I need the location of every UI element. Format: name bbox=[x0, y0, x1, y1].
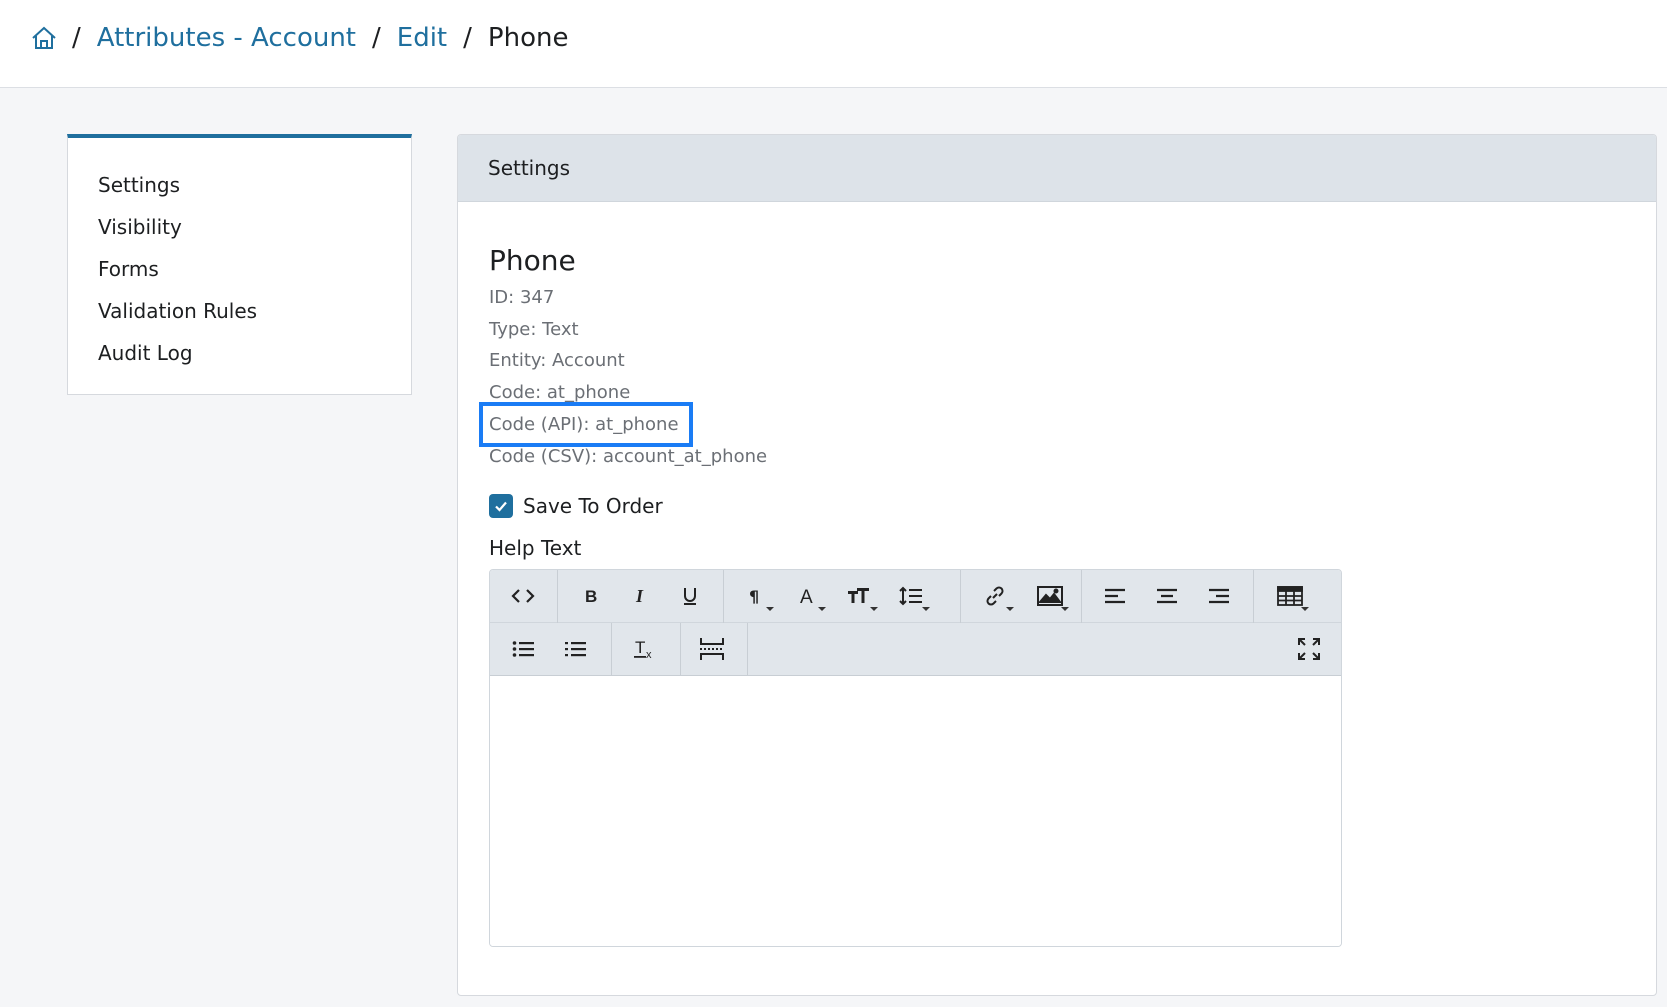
save-to-order-label[interactable]: Save To Order bbox=[523, 494, 663, 518]
toolbar-divider bbox=[747, 622, 748, 676]
dropdown-caret-icon bbox=[766, 606, 774, 611]
svg-text:T: T bbox=[635, 638, 645, 657]
italic-icon[interactable]: I bbox=[615, 570, 665, 623]
breadcrumb-separator: / bbox=[463, 23, 472, 53]
toolbar-divider bbox=[960, 569, 961, 623]
home-icon[interactable] bbox=[30, 24, 58, 52]
svg-text:B: B bbox=[585, 587, 597, 606]
dropdown-caret-icon bbox=[1301, 606, 1309, 611]
dropdown-caret-icon bbox=[922, 606, 930, 611]
font-color-icon[interactable]: A bbox=[782, 570, 832, 623]
fullscreen-icon[interactable] bbox=[1284, 623, 1334, 676]
editor-toolbar-row-2: Tx bbox=[490, 622, 1341, 676]
breadcrumb-edit[interactable]: Edit bbox=[397, 23, 447, 53]
svg-text:A: A bbox=[800, 587, 813, 606]
paragraph-icon[interactable]: ¶ bbox=[730, 570, 780, 623]
svg-text:¶: ¶ bbox=[749, 587, 759, 606]
svg-text:I: I bbox=[635, 586, 644, 606]
svg-text:x: x bbox=[646, 649, 652, 660]
rich-text-editor: B I ¶ A T x bbox=[489, 568, 1342, 947]
breadcrumb: / Attributes - Account / Edit / Phone bbox=[30, 18, 568, 58]
image-icon[interactable] bbox=[1025, 570, 1075, 623]
breadcrumb-attributes-account[interactable]: Attributes - Account bbox=[97, 23, 356, 53]
toolbar-divider bbox=[611, 622, 612, 676]
underline-icon[interactable] bbox=[665, 570, 715, 623]
horizontal-rule-icon[interactable] bbox=[687, 623, 737, 676]
toolbar-divider bbox=[557, 569, 558, 623]
bullet-list-icon[interactable] bbox=[498, 623, 548, 676]
toolbar-divider bbox=[680, 622, 681, 676]
link-icon[interactable] bbox=[970, 570, 1020, 623]
panel-header: Settings bbox=[458, 135, 1656, 202]
editor-content-area[interactable] bbox=[490, 675, 1341, 946]
meta-entity: Entity: Account bbox=[489, 350, 625, 371]
toolbar-divider bbox=[723, 569, 724, 623]
sidenav-item-settings[interactable]: Settings bbox=[68, 164, 411, 206]
ordered-list-icon[interactable] bbox=[550, 623, 600, 676]
font-size-icon[interactable] bbox=[834, 570, 884, 623]
sidenav-item-validation-rules[interactable]: Validation Rules bbox=[68, 290, 411, 332]
settings-panel: Settings Phone ID: 347 Type: Text Entity… bbox=[457, 134, 1657, 996]
editor-toolbar-row-1: B I ¶ A bbox=[490, 569, 1341, 623]
sidenav-item-visibility[interactable]: Visibility bbox=[68, 206, 411, 248]
meta-code-csv: Code (CSV): account_at_phone bbox=[489, 446, 768, 467]
side-navigation: Settings Visibility Forms Validation Rul… bbox=[67, 134, 412, 395]
toolbar-divider bbox=[1081, 569, 1082, 623]
save-to-order-row: Save To Order bbox=[489, 489, 1656, 523]
dropdown-caret-icon bbox=[818, 606, 826, 611]
align-center-icon[interactable] bbox=[1142, 570, 1192, 623]
align-right-icon[interactable] bbox=[1194, 570, 1244, 623]
align-left-icon[interactable] bbox=[1090, 570, 1140, 623]
code-view-icon[interactable] bbox=[498, 570, 548, 623]
clear-format-icon[interactable]: Tx bbox=[620, 623, 670, 676]
help-text-label: Help Text bbox=[489, 535, 582, 560]
table-icon[interactable] bbox=[1265, 570, 1315, 623]
dropdown-caret-icon bbox=[1061, 606, 1069, 611]
meta-id: ID: 347 bbox=[489, 287, 555, 308]
line-height-icon[interactable] bbox=[886, 570, 936, 623]
breadcrumb-current: Phone bbox=[487, 23, 569, 53]
sidenav-item-audit-log[interactable]: Audit Log bbox=[68, 332, 411, 374]
save-to-order-checkbox[interactable] bbox=[489, 493, 513, 518]
panel-body: Phone ID: 347 Type: Text Entity: Account… bbox=[458, 202, 1656, 947]
breadcrumb-separator: / bbox=[72, 23, 81, 53]
dropdown-caret-icon bbox=[870, 606, 878, 611]
meta-type: Type: Text bbox=[489, 318, 579, 340]
bold-icon[interactable]: B bbox=[565, 570, 615, 623]
top-bar: / Attributes - Account / Edit / Phone bbox=[0, 0, 1667, 88]
attribute-title: Phone bbox=[489, 244, 576, 277]
checkmark-icon bbox=[495, 501, 507, 512]
toolbar-divider bbox=[1253, 569, 1254, 623]
breadcrumb-separator: / bbox=[372, 23, 381, 53]
dropdown-caret-icon bbox=[1006, 606, 1014, 611]
sidenav-item-forms[interactable]: Forms bbox=[68, 248, 411, 290]
